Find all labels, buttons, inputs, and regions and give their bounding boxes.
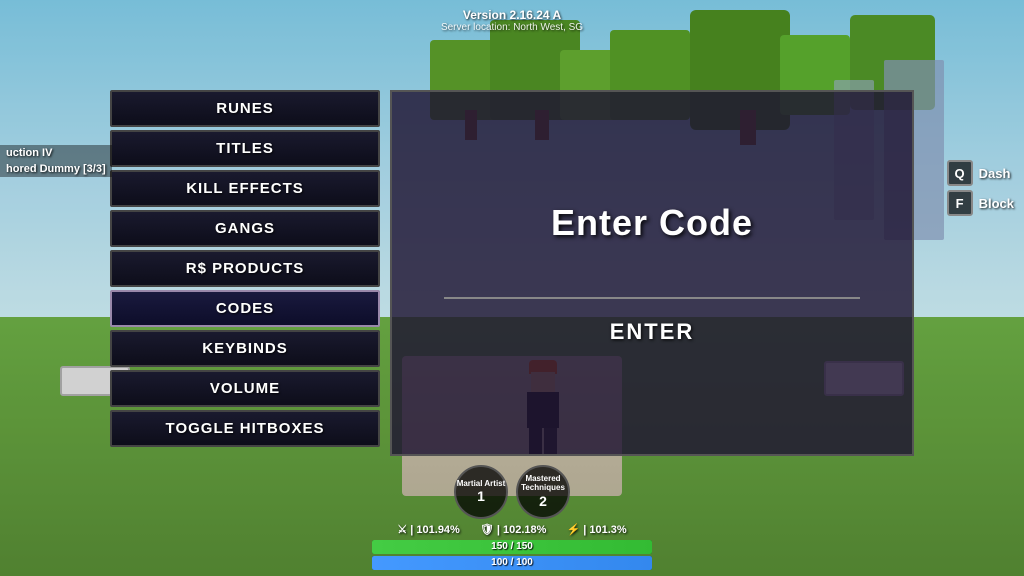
menu-item-volume[interactable]: VOLUME [110,370,380,407]
stat-value: 102.18% [503,524,546,536]
stat-icon: ⚡ [566,524,580,536]
menu-item-kill-effects[interactable]: KILL EFFECTS [110,170,380,207]
menu-item-products[interactable]: R$ PRODUCTS [110,250,380,287]
badge-level: 2 [539,493,547,509]
bar-label: 100 / 100 [372,556,652,570]
keybind-item: Q Dash [947,160,1014,186]
bar-blue: 100 / 100 [372,556,652,570]
key-box: Q [947,160,973,186]
server-location: Server location: North West, SG [441,22,583,33]
keybinds-panel: Q Dash F Block [947,160,1014,216]
stat-item: ⚡ | 101.3% [566,523,626,536]
stat-icon: ⚔ [397,524,407,536]
menu-item-gangs[interactable]: GANGS [110,210,380,247]
badge-martial-artist: Martial Artist 1 [454,465,508,519]
menu-item-codes[interactable]: CODES [110,290,380,327]
keybind-item: F Block [947,190,1014,216]
hud-line2: hored Dummy [3/3] [0,161,112,177]
key-box: F [947,190,973,216]
stats-row: ⚔ | 101.94% 🛡 | 102.18% ⚡ | 101.3% [0,523,1024,536]
enter-code-button[interactable]: ENTER [610,319,695,345]
bar-green: 150 / 150 [372,540,652,554]
bottom-hud: Martial Artist 1Mastered Techniques 2 ⚔ … [0,465,1024,576]
stat-icon: 🛡 [480,524,494,536]
bar-label: 150 / 150 [372,540,652,554]
menu-item-keybinds[interactable]: KEYBINDS [110,330,380,367]
left-hud: uction IV hored Dummy [3/3] [0,145,112,177]
stat-value: 101.3% [589,524,626,536]
badge-title: Martial Artist [457,480,506,489]
key-label: Dash [979,166,1011,181]
key-label: Block [979,196,1014,211]
stat-value: 101.94% [416,524,459,536]
badge-title: Mastered Techniques [518,475,568,493]
menu-item-runes[interactable]: RUNES [110,90,380,127]
menu-item-toggle-hitboxes[interactable]: TOGGLE HITBOXES [110,410,380,447]
badge-mastered-techniques: Mastered Techniques 2 [516,465,570,519]
code-panel: Enter Code ENTER [390,90,914,456]
code-input[interactable] [444,264,860,299]
badge-level: 1 [477,488,485,504]
stat-item: 🛡 | 102.18% [480,523,547,536]
bars-container: 150 / 150 100 / 100 [0,540,1024,570]
stat-item: ⚔ | 101.94% [397,523,460,536]
menu-item-titles[interactable]: TITLES [110,130,380,167]
hud-line1: uction IV [0,145,112,161]
badges-row: Martial Artist 1Mastered Techniques 2 [0,465,1024,519]
code-panel-title: Enter Code [551,202,753,244]
version-label: Version 2.16.24 A [441,8,583,22]
menu-panel: RUNESTITLESKILL EFFECTSGANGSR$ PRODUCTSC… [110,90,380,447]
version-display: Version 2.16.24 A Server location: North… [441,8,583,33]
